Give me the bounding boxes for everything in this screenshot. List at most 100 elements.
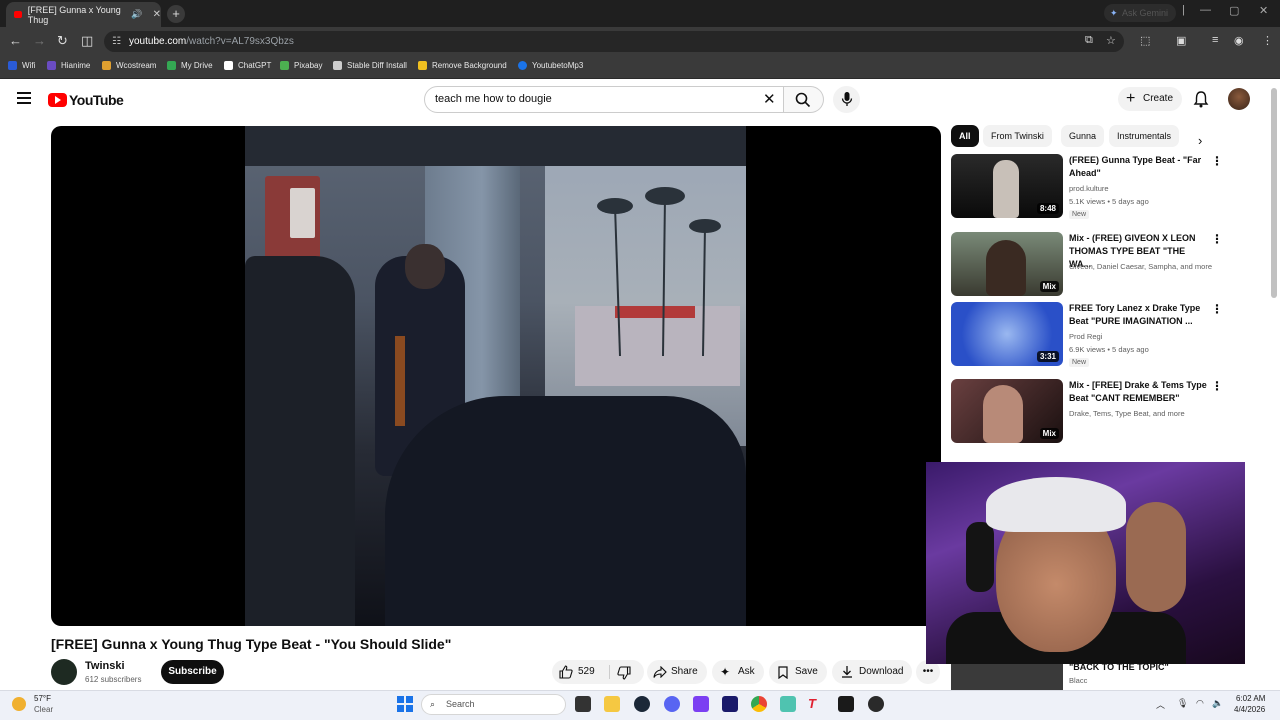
profile-icon[interactable]: ◉	[1234, 34, 1244, 47]
thumbs-down-icon[interactable]	[617, 666, 631, 680]
voice-search-button[interactable]	[833, 86, 860, 113]
close-window-icon[interactable]: ✕	[1259, 4, 1268, 17]
save-button[interactable]: Save	[769, 660, 827, 684]
premiere-pro-icon[interactable]	[722, 696, 738, 712]
bookmark-pixabay[interactable]: Pixabay	[280, 61, 322, 70]
chevron-right-icon[interactable]: ›	[1198, 133, 1202, 148]
user-avatar[interactable]	[1228, 88, 1250, 110]
video-player[interactable]	[51, 126, 941, 626]
bookmark-youtubetomp3[interactable]: YoutubetoMp3	[518, 61, 583, 70]
task-view-icon[interactable]	[575, 696, 591, 712]
restore-icon[interactable]: ▢	[1229, 4, 1239, 17]
minimize-icon[interactable]: —	[1200, 4, 1211, 16]
channel-name[interactable]: Blacc	[1069, 676, 1087, 685]
browser-tab[interactable]: [FREE] Gunna x Young Thug 🔊 ✕	[6, 2, 161, 27]
volume-tray-icon[interactable]: 🔈	[1212, 698, 1223, 709]
forward-icon[interactable]: →	[33, 33, 46, 48]
video-thumbnail[interactable]	[951, 662, 1063, 690]
site-info-icon[interactable]: ☷	[112, 31, 121, 52]
ask-button[interactable]: ✦ Ask	[712, 660, 764, 684]
extensions-icon[interactable]: ⬚	[1140, 34, 1150, 47]
tray-overflow-icon[interactable]: ︿	[1156, 698, 1165, 711]
channel-name[interactable]: Twinski	[85, 660, 125, 672]
weather-moon-icon[interactable]	[12, 697, 26, 711]
kebab-menu-icon[interactable]: ⋮	[1211, 154, 1223, 168]
chip-instrumentals[interactable]: Instrumentals	[1109, 125, 1180, 147]
split-view-icon[interactable]: ◫	[81, 33, 93, 49]
channel-avatar[interactable]	[51, 659, 77, 685]
video-thumbnail[interactable]: Mix	[951, 379, 1063, 443]
kebab-menu-icon[interactable]: ⋮	[1211, 302, 1223, 316]
recommendation-item[interactable]: "BACK TO THE TOPIC" Blacc	[951, 662, 1221, 690]
clear-search-icon[interactable]: ✕	[763, 90, 776, 108]
channel-name[interactable]: Prod Regi	[1069, 330, 1219, 343]
new-tab-button[interactable]: +	[167, 5, 185, 23]
hamburger-menu-icon[interactable]	[17, 92, 31, 107]
taskbar-date[interactable]: 4/4/2026	[1234, 705, 1265, 714]
download-button[interactable]: Download	[832, 660, 912, 684]
video-meta: 6.9K views • 5 days ago	[1069, 345, 1149, 354]
kebab-menu-icon[interactable]: ⋮	[1211, 232, 1223, 246]
notifications-bell-icon[interactable]	[1193, 90, 1209, 113]
like-dislike-group[interactable]: 529	[552, 660, 644, 684]
file-explorer-icon[interactable]	[604, 696, 620, 712]
reload-icon[interactable]: ↻	[57, 33, 68, 49]
youtube-logo[interactable]: YouTube	[48, 92, 124, 108]
microphone-tray-icon[interactable]: 🎙	[1177, 698, 1188, 709]
close-tab-icon[interactable]: ✕	[153, 9, 161, 20]
taskbar-time[interactable]: 6:02 AM	[1236, 694, 1265, 703]
recommendation-item[interactable]: 8:48 (FREE) Gunna Type Beat - "Far Ahead…	[951, 154, 1223, 219]
page-scrollbar[interactable]	[1271, 88, 1277, 298]
video-title[interactable]: FREE Tory Lanez x Drake Type Beat "PURE …	[1069, 302, 1209, 328]
video-title[interactable]: (FREE) Gunna Type Beat - "Far Ahead"	[1069, 154, 1209, 180]
recommendation-item[interactable]: 3:31 FREE Tory Lanez x Drake Type Beat "…	[951, 302, 1223, 367]
back-icon[interactable]: ←	[9, 33, 22, 48]
media-icon[interactable]: ▣	[1176, 34, 1186, 47]
bookmark-wcostream[interactable]: Wcostream	[102, 61, 156, 70]
mix-artists: Giveon, Daniel Caesar, Sampha, and more	[1069, 262, 1212, 271]
bookmark-stable-diff[interactable]: Stable Diff Install	[333, 61, 407, 70]
app-icon[interactable]	[780, 696, 796, 712]
reading-list-icon[interactable]: ≡	[1212, 34, 1218, 46]
subscribe-button[interactable]: Subscribe	[161, 660, 224, 684]
video-thumbnail[interactable]: 8:48	[951, 154, 1063, 218]
chip-from-twinski[interactable]: From Twinski	[983, 125, 1052, 147]
create-button[interactable]: + Create	[1118, 87, 1182, 111]
ask-gemini-button[interactable]: ✦ Ask Gemini	[1104, 4, 1176, 22]
bookmark-star-icon[interactable]: ☆	[1106, 34, 1116, 47]
tiktok-icon[interactable]	[838, 696, 854, 712]
search-input[interactable]: teach me how to dougie	[424, 86, 784, 113]
bookmark-my-drive[interactable]: My Drive	[167, 61, 213, 70]
chip-gunna[interactable]: Gunna	[1061, 125, 1105, 147]
bookmark-remove-background[interactable]: Remove Background	[418, 61, 507, 70]
video-title[interactable]: Mix - [FREE] Drake & Tems Type Beat "CAN…	[1069, 379, 1209, 405]
recommendation-item[interactable]: Mix Mix - (FREE) GIVEON X LEON THOMAS TY…	[951, 232, 1223, 296]
taskbar-search-input[interactable]: ⌕ Search	[421, 694, 566, 715]
channel-name[interactable]: prod.kulture	[1069, 182, 1219, 195]
bookmark-wifi[interactable]: Wifi	[8, 61, 35, 70]
install-app-icon[interactable]: ⧉	[1085, 34, 1093, 47]
search-button[interactable]	[784, 86, 824, 113]
video-thumbnail[interactable]: 3:31	[951, 302, 1063, 366]
url-bar[interactable]: ☷ youtube.com/watch?v=AL79sx3Qbzs	[104, 31, 1124, 52]
wifi-tray-icon[interactable]: ◠	[1196, 698, 1204, 709]
recommendation-item[interactable]: Mix Mix - [FREE] Drake & Tems Type Beat …	[951, 379, 1223, 443]
chip-all[interactable]: All	[951, 125, 979, 147]
speaker-icon[interactable]: 🔊	[131, 9, 142, 20]
bookmark-hianime[interactable]: Hianime	[47, 61, 90, 70]
bookmark-chatgpt[interactable]: ChatGPT	[224, 61, 271, 70]
discord-icon[interactable]	[664, 696, 680, 712]
weather-temperature[interactable]: 57°F	[34, 694, 51, 703]
steam-icon[interactable]	[634, 696, 650, 712]
thumbs-up-icon[interactable]	[559, 665, 573, 679]
windows-start-icon[interactable]	[397, 696, 413, 712]
browser-menu-icon[interactable]: ⋮	[1262, 34, 1273, 47]
video-thumbnail[interactable]: Mix	[951, 232, 1063, 296]
gemini-icon: ✦	[1110, 8, 1118, 18]
text-app-icon[interactable]: T	[808, 696, 824, 712]
app-grid-icon[interactable]	[693, 696, 709, 712]
chrome-icon[interactable]	[751, 696, 767, 712]
kebab-menu-icon[interactable]: ⋮	[1211, 379, 1223, 393]
share-button[interactable]: Share	[647, 660, 707, 684]
obs-icon[interactable]	[868, 696, 884, 712]
